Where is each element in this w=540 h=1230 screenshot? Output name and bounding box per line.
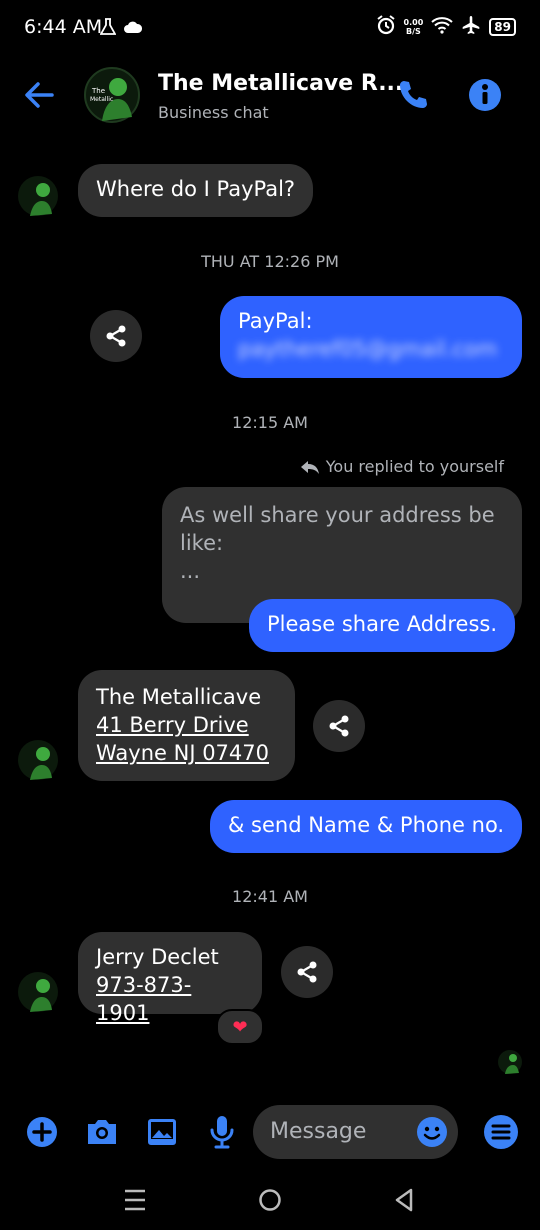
message-bubble-outgoing[interactable]: & send Name & Phone no.	[210, 800, 523, 853]
gallery-button[interactable]	[142, 1112, 182, 1152]
share-button[interactable]	[281, 946, 333, 998]
back-button[interactable]	[22, 78, 58, 116]
phone-icon	[400, 81, 427, 108]
emoji-button[interactable]	[412, 1112, 452, 1152]
status-time: 6:44 AM	[24, 16, 103, 38]
contact-avatar[interactable]: The Metallic	[84, 67, 140, 123]
back-nav-button[interactable]	[392, 1186, 416, 1218]
reply-note: You replied to yourself	[300, 457, 504, 476]
status-indicators: 0.00 B/S 89	[376, 14, 516, 40]
share-icon	[297, 961, 317, 983]
address-link[interactable]: Wayne NJ 07470	[96, 739, 277, 767]
svg-text:Metallic: Metallic	[90, 96, 113, 103]
message-bubble-outgoing[interactable]: PayPal: paytheref05@gmail.com	[220, 296, 522, 378]
sender-avatar[interactable]	[18, 740, 58, 780]
airplane-icon	[461, 15, 481, 39]
message-bubble-incoming[interactable]: Where do I PayPal?	[78, 164, 314, 217]
menu-lines-icon	[484, 1115, 518, 1149]
back-arrow-icon	[25, 82, 54, 108]
timestamp: 12:15 AM	[232, 413, 308, 432]
battery-indicator: 89	[489, 18, 516, 36]
triangle-back-icon	[395, 1188, 413, 1212]
alarm-icon	[376, 15, 396, 39]
share-button[interactable]	[90, 310, 142, 362]
home-button[interactable]	[256, 1186, 284, 1218]
info-icon	[469, 79, 501, 111]
voice-button[interactable]	[202, 1112, 242, 1152]
flask-icon	[99, 18, 117, 40]
camera-button[interactable]	[82, 1112, 122, 1152]
home-circle-icon	[259, 1189, 281, 1211]
message-hidden-email: paytheref05@gmail.com	[238, 337, 498, 361]
address-link[interactable]: 41 Berry Drive	[96, 711, 277, 739]
sender-avatar[interactable]	[18, 176, 58, 216]
message-input-placeholder: Message	[270, 1119, 367, 1144]
share-button[interactable]	[313, 700, 365, 752]
microphone-icon	[210, 1116, 234, 1149]
network-speed: 0.00 B/S	[403, 18, 424, 36]
wifi-icon	[431, 16, 453, 38]
message-bubble-incoming[interactable]: The Metallicave 41 Berry Drive Wayne NJ …	[78, 670, 295, 781]
recent-apps-button[interactable]	[122, 1186, 148, 1218]
plus-circle-icon	[27, 1117, 57, 1147]
timestamp: THU AT 12:26 PM	[201, 252, 339, 271]
heart-reaction[interactable]: ❤	[216, 1009, 264, 1045]
sender-avatar[interactable]	[18, 972, 58, 1012]
message-bubble-outgoing[interactable]: Please share Address.	[249, 599, 516, 652]
camera-icon	[88, 1120, 116, 1144]
info-button[interactable]	[468, 78, 502, 116]
message-bubble-incoming[interactable]: Jerry Declet 973-873-1901	[78, 932, 262, 1025]
call-button[interactable]	[396, 78, 430, 116]
message-text: PayPal:	[238, 309, 313, 333]
chat-title: The Metallicave R...	[158, 71, 404, 96]
add-button[interactable]	[22, 1112, 62, 1152]
share-icon	[106, 325, 126, 347]
menu-icon	[125, 1189, 145, 1211]
seen-avatar	[498, 1050, 522, 1074]
chat-subtitle: Business chat	[158, 103, 269, 122]
reply-icon	[300, 460, 319, 474]
cloud-icon	[124, 19, 143, 38]
image-icon	[148, 1119, 176, 1145]
timestamp: 12:41 AM	[232, 887, 308, 906]
emoji-icon	[417, 1117, 447, 1147]
svg-text:The: The	[91, 87, 105, 95]
menu-button[interactable]	[481, 1112, 521, 1152]
share-icon	[329, 715, 349, 737]
